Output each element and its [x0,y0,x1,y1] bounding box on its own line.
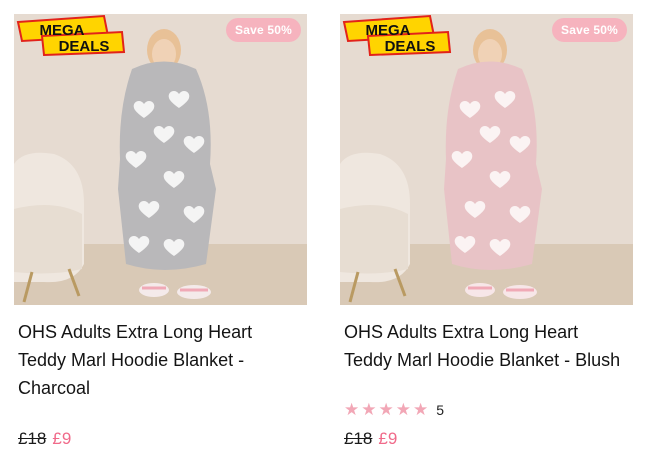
save-badge: Save 50% [552,18,627,42]
star-rating[interactable]: ★ ★ ★ ★ ★ 5 [344,401,444,419]
svg-text:DEALS: DEALS [59,38,110,55]
mega-deals-logo: MEGA DEALS [16,14,126,56]
star-icon: ★ [395,400,411,419]
sale-price: £9 [52,429,72,448]
sale-price: £9 [378,429,398,448]
star-icon: ★ [361,400,377,419]
product-photo [340,14,633,305]
mega-deals-logo: MEGA DEALS [342,14,452,56]
price: £18 £9 [18,428,71,450]
save-badge: Save 50% [226,18,301,42]
product-image[interactable]: MEGA DEALS Save 50% [14,14,307,305]
original-price: £18 [18,429,47,448]
product-card[interactable]: MEGA DEALS Save 50% OHS Adults Extra Lon… [340,0,633,448]
original-price: £18 [344,429,373,448]
product-card[interactable]: MEGA DEALS Save 50% OHS Adults Extra Lon… [14,0,307,448]
rating-count: 5 [436,402,445,418]
product-image[interactable]: MEGA DEALS Save 50% [340,14,633,305]
star-icon: ★ [344,400,360,419]
product-photo [14,14,307,305]
price: £18 £9 [344,428,397,450]
svg-text:MEGA: MEGA [366,22,411,39]
star-icon: ★ [413,400,429,419]
product-title[interactable]: OHS Adults Extra Long Heart Teddy Marl H… [18,318,303,402]
svg-text:MEGA: MEGA [40,22,85,39]
product-title[interactable]: OHS Adults Extra Long Heart Teddy Marl H… [344,318,629,374]
star-icon: ★ [378,400,394,419]
svg-text:DEALS: DEALS [385,38,436,55]
